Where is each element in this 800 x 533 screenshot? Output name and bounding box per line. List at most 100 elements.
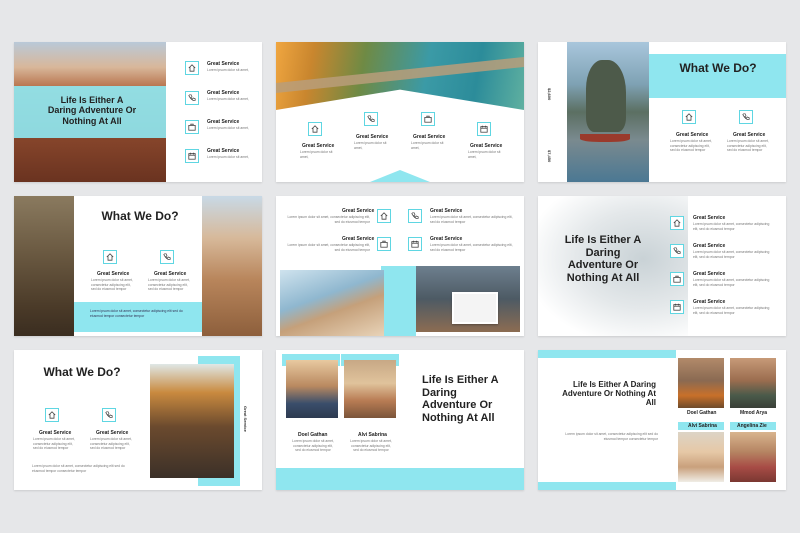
vertical-price: $2,600 xyxy=(547,88,552,101)
team-name: Angelina Zie xyxy=(737,423,767,429)
team-name: Alvi Sabrina xyxy=(358,432,387,438)
accent-band-top xyxy=(538,350,676,358)
team-name: Alvi Sabrina xyxy=(688,423,717,429)
phone-icon xyxy=(185,91,199,105)
slide-7[interactable]: What We Do? Great Service Lorem ipsum do… xyxy=(14,350,262,490)
home-icon xyxy=(308,122,322,136)
slide-title: What We Do? xyxy=(43,365,121,379)
service-text: Lorem ipsum dolor sit amet, xyxy=(207,68,249,72)
service-label: Great Service xyxy=(97,271,130,277)
service-label: Great Service xyxy=(470,143,503,149)
forest-hiker-photo xyxy=(150,364,234,478)
calendar-icon xyxy=(408,237,422,251)
team-name: Mmod Arya xyxy=(740,410,768,416)
slide-1[interactable]: Life Is Either A Daring Adventure Or Not… xyxy=(14,42,262,182)
slide-4[interactable]: What We Do? Great Service Lorem ipsum do… xyxy=(14,196,262,336)
briefcase-icon xyxy=(670,272,684,286)
service-text: Lorem ipsum dolor sit amet, xyxy=(468,150,501,159)
phone-icon xyxy=(160,250,174,264)
team-photo-1 xyxy=(678,358,724,408)
slide-title: What We Do? xyxy=(101,209,179,223)
footer-text: Lorem ipsum dolor sit amet, consectetur … xyxy=(32,464,125,473)
service-text: Lorem ipsum dolor sit amet, xyxy=(411,141,444,150)
service-text: Lorem ipsum dolor sit amet, consectetur … xyxy=(693,222,770,231)
team-photo-2 xyxy=(730,358,776,408)
vertical-label: Great Service xyxy=(243,406,248,432)
service-text: Lorem ipsum dolor sit amet, consectetur … xyxy=(148,278,190,292)
home-icon xyxy=(45,408,59,422)
team-photo-woman xyxy=(344,360,396,418)
phone-icon xyxy=(670,244,684,258)
slide-3[interactable]: $2,600 $7,450 What We Do? Great Service … xyxy=(538,42,786,182)
accent-band-bottom xyxy=(538,482,676,490)
calendar-icon xyxy=(670,300,684,314)
service-label: Great Service xyxy=(96,430,129,436)
home-icon xyxy=(185,61,199,75)
team-text: Lorem ipsum dolor sit amet, consectetur … xyxy=(350,439,392,453)
boat-shape xyxy=(580,134,630,142)
service-label: Great Service xyxy=(342,208,375,214)
service-text: Lorem ipsum dolor sit amet, consectetur … xyxy=(430,215,513,224)
service-text: Lorem ipsum dolor sit amet, xyxy=(207,155,249,159)
team-name: Doel Gathan xyxy=(687,410,717,416)
service-label: Great Service xyxy=(39,430,72,436)
service-label: Great Service xyxy=(207,119,240,125)
rock-shape xyxy=(586,60,626,132)
home-icon xyxy=(670,216,684,230)
service-text: Lorem ipsum dolor sit amet, consectetur … xyxy=(727,139,769,153)
slide-title: Life Is Either A Daring Adventure Or Not… xyxy=(422,374,499,424)
service-text: Lorem ipsum dolor sit amet, xyxy=(207,97,249,101)
service-label: Great Service xyxy=(430,236,463,242)
cliff-hiker-photo xyxy=(202,196,262,336)
phone-icon xyxy=(364,112,378,126)
service-label: Great Service xyxy=(676,132,709,138)
slide-title: Life Is Either A Daring Adventure Or Not… xyxy=(562,380,656,408)
woman-hat-photo xyxy=(280,270,384,336)
slide-9[interactable]: Life Is Either A Daring Adventure Or Not… xyxy=(538,350,786,490)
service-text: Lorem ipsum dolor sit amet, consectetur … xyxy=(693,306,770,315)
service-label: Great Service xyxy=(207,61,240,67)
calendar-icon xyxy=(477,122,491,136)
slide-2[interactable]: Great Service Lorem ipsum dolor sit amet… xyxy=(276,42,524,182)
photo-print xyxy=(452,292,498,324)
accent-band xyxy=(276,468,524,490)
briefcase-icon xyxy=(377,237,391,251)
slide-text: Lorem ipsum dolor sit amet, consectetur … xyxy=(565,432,658,441)
slide-8[interactable]: Doel Gathan Lorem ipsum dolor sit amet, … xyxy=(276,350,524,490)
service-text: Lorem ipsum dolor sit amet, xyxy=(300,150,333,159)
service-text: Lorem ipsum dolor sit amet, consectetur … xyxy=(670,139,712,153)
briefcase-icon xyxy=(421,112,435,126)
slide-title: What We Do? xyxy=(679,61,757,75)
phone-icon xyxy=(408,209,422,223)
briefcase-icon xyxy=(185,120,199,134)
service-label: Great Service xyxy=(693,243,726,249)
accent-block xyxy=(381,266,416,336)
team-photo-4 xyxy=(730,432,776,482)
home-icon xyxy=(377,209,391,223)
service-text: Lorem ipsum dolor sit amet, xyxy=(354,141,387,150)
slide-title: Life Is Either A Daring Adventure Or Not… xyxy=(564,234,642,284)
home-icon xyxy=(103,250,117,264)
service-label: Great Service xyxy=(693,299,726,305)
service-label: Great Service xyxy=(733,132,766,138)
service-label: Great Service xyxy=(693,215,726,221)
service-text: Lorem ipsum dolor sit amet, consectetur … xyxy=(33,437,75,451)
service-text: Lorem ipsum dolor sit amet, consectetur … xyxy=(693,278,770,287)
team-text: Lorem ipsum dolor sit amet, consectetur … xyxy=(292,439,334,453)
phone-icon xyxy=(102,408,116,422)
vertical-price: $7,450 xyxy=(547,150,552,163)
temple-photo xyxy=(14,196,74,336)
band-text: Lorem ipsum dolor sit amet, consectetur … xyxy=(90,309,183,318)
team-photo-3 xyxy=(678,432,724,482)
service-text: Lorem ipsum dolor sit amet, consectetur … xyxy=(693,250,770,259)
accent-triangle xyxy=(370,170,430,182)
slide-5[interactable]: Great Service Lorem ipsum dolor sit amet… xyxy=(276,196,524,336)
team-photo-man xyxy=(286,360,338,418)
service-text: Lorem ipsum dolor sit amet, consectetur … xyxy=(90,437,132,451)
home-icon xyxy=(682,110,696,124)
team-name: Doel Gathan xyxy=(298,432,328,438)
slide-6[interactable]: Life Is Either A Daring Adventure Or Not… xyxy=(538,196,786,336)
service-label: Great Service xyxy=(302,143,335,149)
service-label: Great Service xyxy=(342,236,375,242)
service-text: Lorem ipsum dolor sit amet, consectetur … xyxy=(287,215,370,224)
